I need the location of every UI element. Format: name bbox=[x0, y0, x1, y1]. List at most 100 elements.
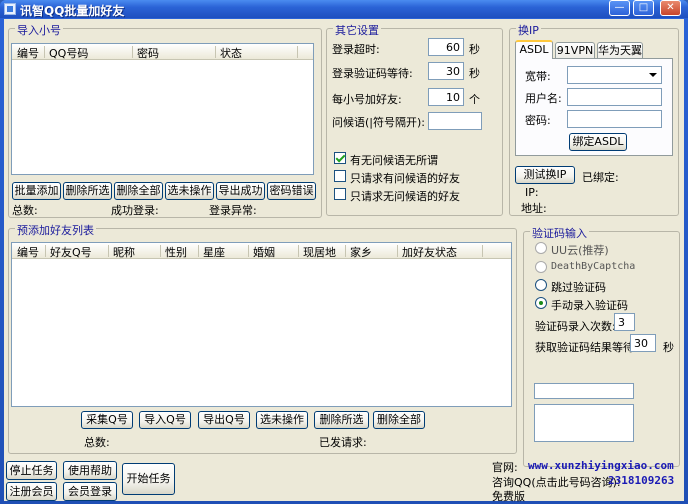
ip-label: IP: bbox=[525, 186, 539, 199]
address-label: 地址: bbox=[521, 202, 547, 215]
password-label: 密码: bbox=[525, 114, 551, 127]
start-task-button[interactable]: 开始任务 bbox=[122, 463, 175, 495]
website-label: 官网: bbox=[492, 461, 518, 474]
import-group-title: 导入小号 bbox=[15, 22, 63, 38]
collect-qq-button[interactable]: 采集Q号 bbox=[81, 411, 133, 429]
captcha-uu-radio[interactable] bbox=[535, 242, 547, 254]
login-timeout-label: 登录超时: bbox=[332, 43, 380, 56]
ip-group-title: 换IP bbox=[516, 22, 541, 38]
per-account-input[interactable] bbox=[428, 88, 464, 106]
register-member-button[interactable]: 注册会员 bbox=[6, 482, 57, 501]
maximize-button[interactable]: □ bbox=[633, 0, 654, 16]
col-index[interactable]: 编号 bbox=[17, 45, 39, 61]
accounts-listview[interactable]: 编号 QQ号码 密码 状态 bbox=[11, 43, 314, 175]
minimize-button[interactable]: — bbox=[609, 0, 630, 16]
captcha-group-title: 验证码输入 bbox=[530, 225, 589, 241]
captcha-dbc-label[interactable]: DeathByCaptcha bbox=[551, 261, 635, 272]
broadband-select[interactable] bbox=[567, 66, 662, 84]
username-input[interactable] bbox=[567, 88, 662, 106]
chevron-down-icon bbox=[649, 73, 657, 77]
close-button[interactable]: ✕ bbox=[660, 0, 681, 16]
greeting-only-without-label[interactable]: 只请求无问候语的好友 bbox=[350, 188, 460, 204]
captcha-manual-radio[interactable] bbox=[535, 297, 547, 309]
edition-label: 免费版 bbox=[492, 490, 525, 503]
bound-label: 已绑定: bbox=[582, 171, 619, 184]
greeting-any-label[interactable]: 有无问候语无所谓 bbox=[350, 152, 438, 168]
greeting-input[interactable] bbox=[428, 112, 482, 130]
col-residence[interactable]: 现居地 bbox=[303, 244, 336, 260]
captcha-retry-input[interactable] bbox=[614, 313, 635, 331]
settings-group-title: 其它设置 bbox=[333, 22, 381, 38]
greeting-only-with-checkbox[interactable] bbox=[334, 170, 346, 182]
col-nickname[interactable]: 昵称 bbox=[113, 244, 135, 260]
select-unprocessed-accounts-button[interactable]: 选未操作 bbox=[165, 182, 214, 200]
captcha-code-input[interactable] bbox=[534, 383, 634, 399]
tab-91vpn[interactable]: 91VPN bbox=[555, 42, 595, 58]
delete-selected-accounts-button[interactable]: 删除所选 bbox=[63, 182, 112, 200]
tab-asdl[interactable]: ASDL bbox=[515, 40, 553, 59]
col-gender[interactable]: 性别 bbox=[165, 244, 187, 260]
col-friend-index[interactable]: 编号 bbox=[17, 244, 39, 260]
captcha-wait-label: 登录验证码等待: bbox=[332, 67, 413, 80]
captcha-image-box bbox=[534, 404, 634, 442]
delete-selected-friends-button[interactable]: 删除所选 bbox=[314, 411, 369, 429]
captcha-dbc-radio[interactable] bbox=[535, 261, 547, 273]
per-account-label: 每小号加好友: bbox=[332, 93, 402, 106]
export-success-button[interactable]: 导出成功 bbox=[216, 182, 265, 200]
accounts-total-label: 总数: bbox=[12, 204, 38, 217]
captcha-skip-radio[interactable] bbox=[535, 279, 547, 291]
export-qq-button[interactable]: 导出Q号 bbox=[198, 411, 250, 429]
col-marriage[interactable]: 婚姻 bbox=[253, 244, 275, 260]
password-input[interactable] bbox=[567, 110, 662, 128]
website-link[interactable]: www.xunzhiyingxiao.com bbox=[528, 459, 674, 472]
col-hometown[interactable]: 家乡 bbox=[350, 244, 372, 260]
app-window: 讯智QQ批量加好友 — □ ✕ 导入小号 编号 QQ号码 密码 状态 批量添加 … bbox=[0, 0, 688, 504]
friends-listview[interactable]: 编号 好友Q号 昵称 性别 星座 婚姻 现居地 家乡 加好友状态 bbox=[11, 242, 512, 407]
username-label: 用户名: bbox=[525, 92, 562, 105]
col-constellation[interactable]: 星座 bbox=[203, 244, 225, 260]
login-timeout-input[interactable] bbox=[428, 38, 464, 56]
captcha-wait-input[interactable] bbox=[428, 62, 464, 80]
captcha-skip-label[interactable]: 跳过验证码 bbox=[551, 279, 606, 295]
app-icon bbox=[4, 3, 16, 15]
requests-sent-label: 已发请求: bbox=[319, 436, 367, 449]
member-login-button[interactable]: 会员登录 bbox=[63, 482, 117, 501]
friends-total-label: 总数: bbox=[84, 436, 110, 449]
title-bar[interactable]: 讯智QQ批量加好友 — □ ✕ bbox=[0, 0, 688, 18]
login-success-label: 成功登录: bbox=[111, 204, 159, 217]
captcha-result-wait-label: 获取验证码结果等待: bbox=[535, 341, 638, 354]
captcha-result-wait-input[interactable] bbox=[630, 334, 656, 352]
consult-qq-link[interactable]: 2318109263 bbox=[608, 474, 674, 487]
captcha-retry-label: 验证码录入次数: bbox=[535, 320, 616, 333]
bind-asdl-button[interactable]: 绑定ASDL bbox=[569, 133, 627, 151]
captcha-manual-label[interactable]: 手动录入验证码 bbox=[551, 297, 628, 313]
captcha-wait-unit: 秒 bbox=[469, 67, 480, 80]
login-timeout-unit: 秒 bbox=[469, 43, 480, 56]
select-unprocessed-friends-button[interactable]: 选未操作 bbox=[256, 411, 308, 429]
friends-group-title: 预添加好友列表 bbox=[15, 222, 96, 238]
help-button[interactable]: 使用帮助 bbox=[63, 461, 117, 480]
greeting-only-with-label[interactable]: 只请求有问候语的好友 bbox=[350, 170, 460, 186]
col-status[interactable]: 状态 bbox=[220, 45, 242, 61]
per-account-unit: 个 bbox=[469, 93, 480, 106]
delete-all-accounts-button[interactable]: 删除全部 bbox=[114, 182, 163, 200]
greeting-any-checkbox[interactable] bbox=[334, 152, 346, 164]
tab-huawei-tianyi[interactable]: 华为天翼 bbox=[597, 42, 643, 58]
col-add-status[interactable]: 加好友状态 bbox=[402, 244, 457, 260]
password-error-button[interactable]: 密码错误 bbox=[267, 182, 316, 200]
stop-task-button[interactable]: 停止任务 bbox=[6, 461, 57, 480]
greeting-only-without-checkbox[interactable] bbox=[334, 188, 346, 200]
col-friend-qq[interactable]: 好友Q号 bbox=[50, 244, 92, 260]
test-change-ip-button[interactable]: 测试换IP bbox=[515, 166, 575, 184]
import-qq-button[interactable]: 导入Q号 bbox=[139, 411, 191, 429]
client-area: 导入小号 编号 QQ号码 密码 状态 批量添加 删除所选 删除全部 选未操作 导… bbox=[4, 19, 684, 503]
window-title: 讯智QQ批量加好友 bbox=[20, 4, 125, 18]
delete-all-friends-button[interactable]: 删除全部 bbox=[373, 411, 425, 429]
captcha-result-wait-unit: 秒 bbox=[663, 341, 674, 354]
captcha-uu-label[interactable]: UU云(推荐) bbox=[551, 242, 609, 258]
login-error-label: 登录异常: bbox=[209, 204, 257, 217]
friends-list-header: 编号 好友Q号 昵称 性别 星座 婚姻 现居地 家乡 加好友状态 bbox=[12, 243, 511, 259]
col-qq[interactable]: QQ号码 bbox=[49, 45, 88, 61]
col-password[interactable]: 密码 bbox=[137, 45, 159, 61]
batch-add-button[interactable]: 批量添加 bbox=[12, 182, 61, 200]
